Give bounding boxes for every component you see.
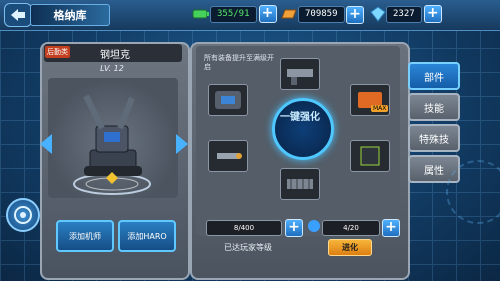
one-click-upgrade-button[interactable] — [272, 98, 334, 160]
part-slot-2[interactable] — [208, 84, 248, 116]
cannon-part-icon — [217, 153, 242, 159]
parts-note: 所有装备提升至满级开启 — [204, 54, 274, 71]
swirl-icon — [14, 206, 32, 224]
blueprint-progress-bar: 4/20 — [322, 220, 380, 236]
tab-parts[interactable]: 部件 — [408, 62, 460, 90]
unit-type-tag: 后勤类 — [45, 46, 70, 58]
tank-unit-icon[interactable] — [62, 88, 162, 198]
battery-icon — [192, 9, 209, 19]
resource-energy: 355/91 + — [192, 4, 277, 24]
gold-bar-icon — [281, 9, 297, 19]
one-click-upgrade-label: 一键强化 — [280, 112, 320, 123]
part-slot-3[interactable]: MAX — [350, 84, 390, 116]
track-part-icon — [287, 179, 313, 189]
gold-value: 709859 — [298, 5, 345, 23]
energy-value: 355/91 — [210, 5, 257, 23]
tab-special-skill[interactable]: 特殊技 — [408, 124, 460, 152]
unit-name: 钢坦克 — [100, 50, 130, 61]
part-slot-5[interactable] — [350, 140, 390, 172]
page-title: 格纳库 — [30, 4, 110, 26]
add-mecha-button[interactable]: 添加机师 — [56, 220, 114, 252]
resource-gold: 709859 — [280, 4, 345, 24]
back-arrow-icon — [11, 9, 25, 21]
add-material-button[interactable]: + — [285, 219, 303, 237]
part-slot-6[interactable] — [280, 168, 320, 200]
blueprint-progress-value: 4/20 — [343, 224, 359, 232]
add-blueprint-button[interactable]: + — [382, 219, 400, 237]
material-progress-bar: 8/400 — [206, 220, 282, 236]
part-slot-1[interactable] — [280, 58, 320, 90]
gun-part-icon — [287, 69, 313, 85]
add-haro-button[interactable]: 添加HARO — [118, 220, 176, 252]
part-slot-4[interactable] — [208, 140, 248, 172]
unit-level: LV. 12 — [100, 64, 124, 73]
add-gems-button[interactable]: + — [423, 5, 442, 23]
gem-icon — [370, 6, 386, 22]
previous-unit-arrow[interactable] — [40, 134, 52, 154]
engine-part-icon — [215, 91, 241, 109]
side-menu-button[interactable] — [6, 198, 40, 232]
material-progress-value: 8/400 — [233, 224, 255, 232]
player-level-reached-text: 已达玩家等级 — [224, 243, 272, 252]
blueprint-icon — [308, 220, 320, 232]
tab-skills[interactable]: 技能 — [408, 93, 460, 121]
evolve-button[interactable]: 进化 — [328, 239, 372, 256]
gem-value: 2327 — [386, 5, 422, 23]
resource-gems: 2327 + — [370, 4, 442, 24]
chip-part-icon — [360, 146, 380, 166]
add-energy-button[interactable]: + — [258, 5, 277, 23]
add-gold-button[interactable]: + — [346, 6, 364, 24]
next-unit-arrow[interactable] — [176, 134, 188, 154]
max-badge: MAX — [371, 105, 389, 112]
back-button[interactable] — [4, 3, 32, 27]
